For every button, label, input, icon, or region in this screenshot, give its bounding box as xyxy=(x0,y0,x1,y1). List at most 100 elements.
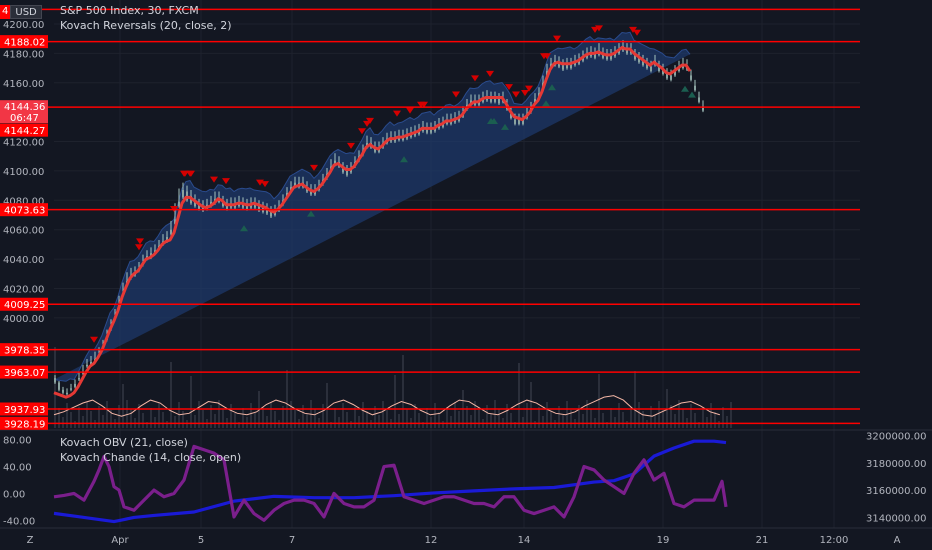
volume-bar xyxy=(542,416,544,428)
candle-body xyxy=(62,389,64,393)
volume-bar xyxy=(626,421,628,428)
volume-bar xyxy=(294,410,296,428)
candle-body xyxy=(670,75,672,80)
legend-main-title[interactable]: S&P 500 Index, 30, FXCM xyxy=(60,4,199,17)
volume-bar xyxy=(90,411,92,428)
price-badge-label: 4188.02 xyxy=(4,38,45,49)
volume-bar xyxy=(74,421,76,428)
volume-bar xyxy=(350,421,352,428)
volume-bar xyxy=(366,411,368,428)
volume-bar xyxy=(58,408,60,428)
time-tick-label: 19 xyxy=(657,535,670,546)
volume-bar xyxy=(506,404,508,428)
volume-bar xyxy=(250,403,252,428)
volume-bar xyxy=(534,421,536,428)
lower-right-tick-label: 3160000.00 xyxy=(866,486,926,497)
volume-bar xyxy=(438,412,440,428)
volume-bar xyxy=(426,408,428,428)
lower-right-tick-label: 3140000.00 xyxy=(866,513,926,524)
volume-bar xyxy=(274,411,276,428)
candle-body xyxy=(182,190,184,198)
volume-bar xyxy=(522,417,524,428)
price-tick-label: 4200.00 xyxy=(3,20,44,31)
candle-body xyxy=(690,75,692,80)
time-tick-label: 21 xyxy=(756,535,769,546)
volume-bar xyxy=(78,407,80,428)
candle-body xyxy=(86,364,88,367)
volume-bar xyxy=(450,416,452,428)
volume-bar xyxy=(498,409,500,428)
candle-body xyxy=(650,66,652,72)
volume-bar xyxy=(398,414,400,428)
time-tick-label: 5 xyxy=(198,535,204,546)
candle-body xyxy=(78,378,80,380)
volume-bar xyxy=(722,407,724,428)
lower-right-tick-label: 3180000.00 xyxy=(866,459,926,470)
legend-main-indicator[interactable]: Kovach Reversals (20, close, 2) xyxy=(60,19,232,32)
candle-body xyxy=(58,382,60,390)
volume-bar xyxy=(690,404,692,428)
volume-bar xyxy=(346,412,348,428)
volume-bar xyxy=(654,415,656,428)
volume-bar xyxy=(54,347,56,428)
lower-left-tick-label: 40.00 xyxy=(3,463,32,474)
volume-bar xyxy=(194,415,196,428)
tradingview-chart[interactable]: 4200.004180.004160.004120.004100.004080.… xyxy=(0,0,932,550)
price-badge-label: 4144.27 xyxy=(4,126,45,137)
volume-bar xyxy=(694,413,696,428)
candle-body xyxy=(74,383,76,387)
volume-bar xyxy=(730,402,732,428)
price-badge-label: 3928.19 xyxy=(4,419,45,430)
volume-bar xyxy=(82,416,84,428)
volume-bar xyxy=(682,409,684,428)
volume-bar xyxy=(470,415,472,428)
price-tick-label: 4160.00 xyxy=(3,79,44,90)
volume-bar xyxy=(286,370,288,428)
volume-bar xyxy=(710,403,712,428)
candle-body xyxy=(694,85,696,91)
legend-sub-indicator-1[interactable]: Kovach OBV (21, close) xyxy=(60,436,188,449)
volume-bar xyxy=(270,402,272,428)
volume-bar xyxy=(402,355,404,428)
volume-bar xyxy=(714,412,716,428)
volume-bar xyxy=(334,408,336,428)
candle-body xyxy=(346,170,348,176)
currency-badge[interactable]: 4 USD xyxy=(0,5,42,19)
volume-bar xyxy=(358,416,360,428)
volume-bar xyxy=(642,411,644,428)
volume-bar xyxy=(362,402,364,428)
candle-body xyxy=(562,65,564,70)
volume-bar xyxy=(446,407,448,428)
candle-body xyxy=(498,98,500,104)
price-badge-label: 3963.07 xyxy=(4,368,45,379)
volume-bar xyxy=(306,414,308,428)
time-tick-label: Apr xyxy=(111,535,129,546)
volume-bar xyxy=(458,411,460,428)
lower-left-tick-label: 0.00 xyxy=(3,489,25,500)
volume-bar xyxy=(434,403,436,428)
price-badge-label: 3937.93 xyxy=(4,405,45,416)
volume-bar xyxy=(326,383,328,428)
legend-sub-indicator-2[interactable]: Kovach Chande (14, close, open) xyxy=(60,451,241,464)
price-badge-label: 3978.35 xyxy=(4,346,45,357)
time-tick-label: 12 xyxy=(425,535,438,546)
volume-bar xyxy=(162,412,164,428)
volume-bar xyxy=(158,403,160,428)
candle-body xyxy=(70,388,72,390)
price-tick-label: 4000.00 xyxy=(3,314,44,325)
volume-bar xyxy=(610,408,612,428)
price-tick-label: 4020.00 xyxy=(3,284,44,295)
auto-scale-icon: A xyxy=(894,535,901,546)
zoom-icon: Z xyxy=(27,535,34,546)
volume-bar xyxy=(550,411,552,428)
volume-bar xyxy=(510,413,512,428)
price-tick-label: 4060.00 xyxy=(3,226,44,237)
volume-bar xyxy=(598,374,600,428)
volume-bar xyxy=(562,415,564,428)
volume-bar xyxy=(246,417,248,428)
volume-bar xyxy=(354,407,356,428)
time-tick-label: 7 xyxy=(289,535,295,546)
volume-bar xyxy=(166,421,168,428)
volume-bar xyxy=(62,417,64,428)
volume-bar xyxy=(638,402,640,428)
